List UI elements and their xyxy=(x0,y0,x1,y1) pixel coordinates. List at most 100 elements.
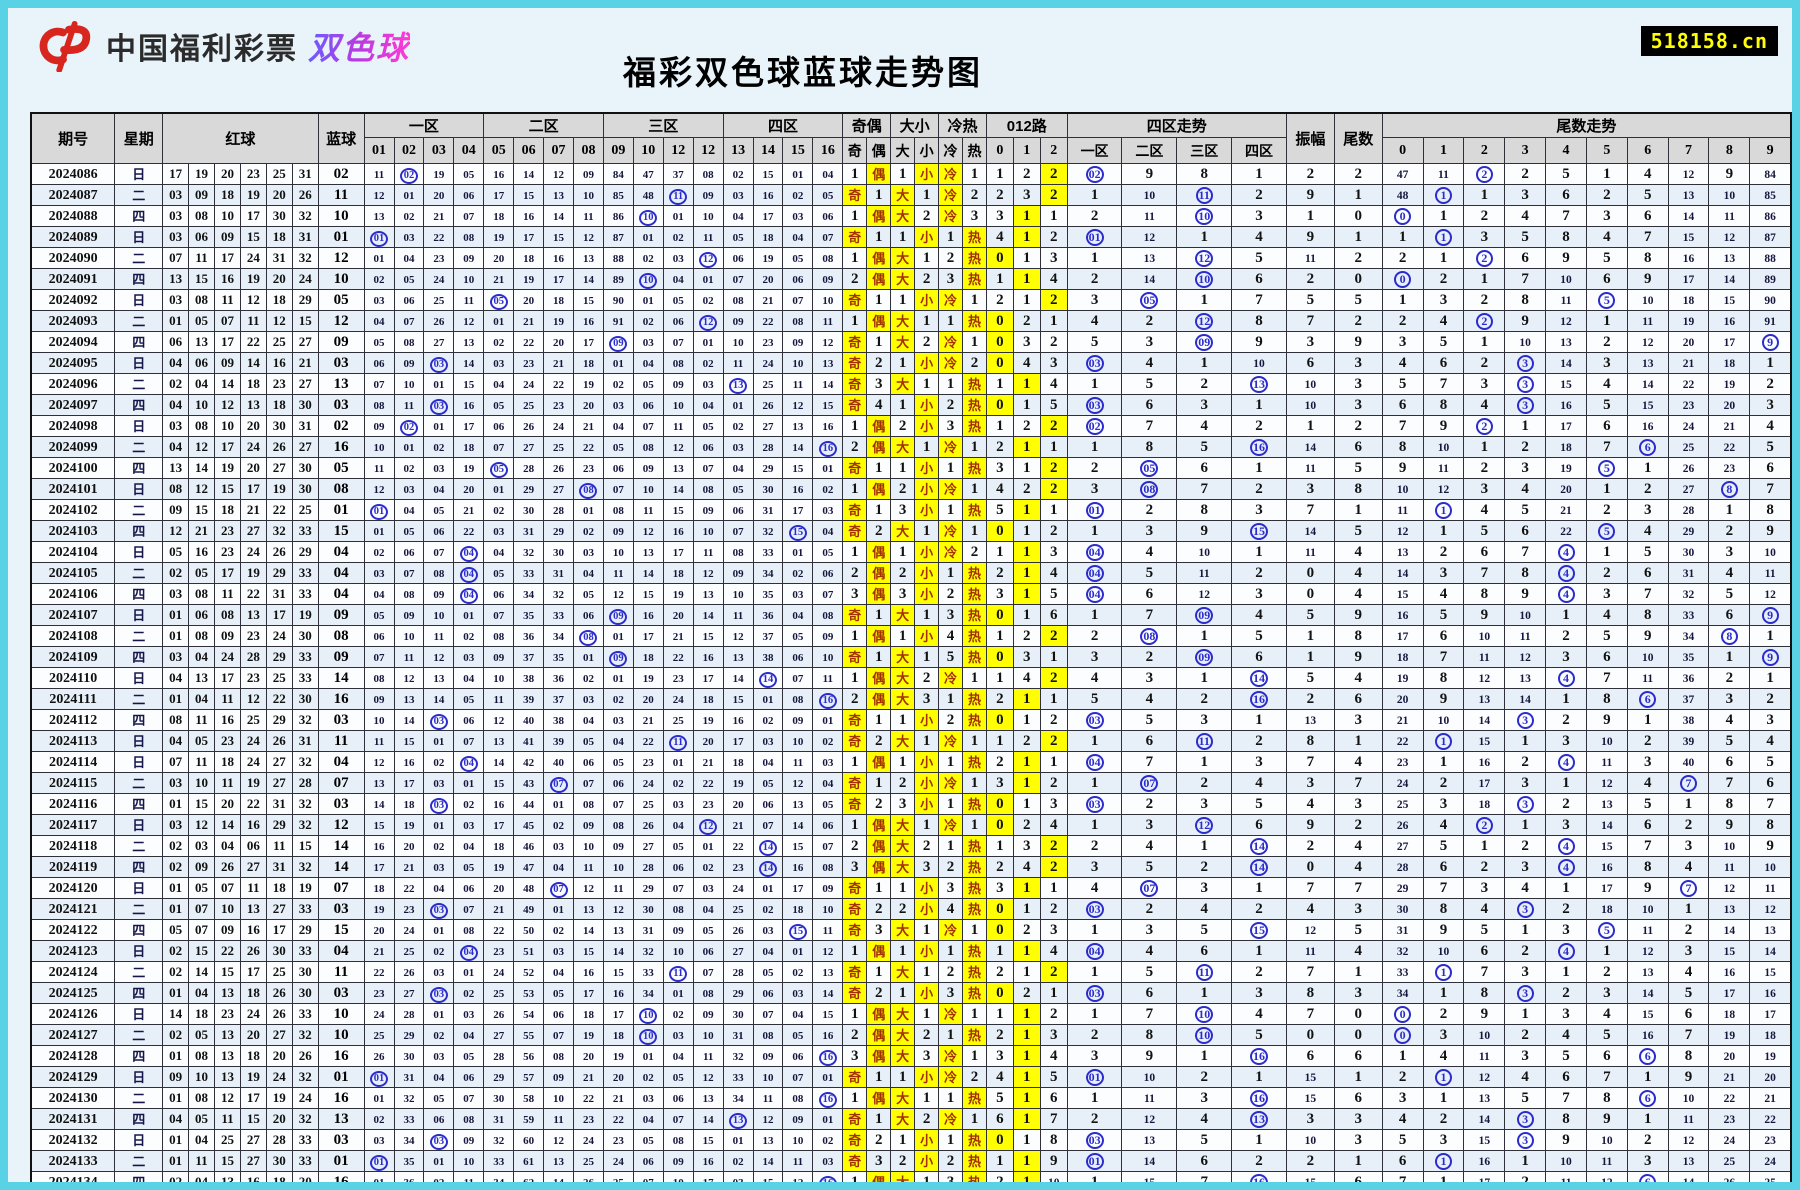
miss-cell: 04 xyxy=(722,457,754,479)
miss-cell: 08 xyxy=(363,667,395,689)
big-small-cell: 小 xyxy=(914,352,940,374)
tail-trend-cell: 12 xyxy=(1504,646,1547,668)
tail-trend-cell: 3 xyxy=(1504,772,1547,794)
miss-cell: 08 xyxy=(573,793,604,815)
week-cell: 二 xyxy=(114,247,164,269)
red-ball: 18 xyxy=(265,1171,293,1182)
tail-trend-cell: 9 xyxy=(1749,520,1792,542)
cold-hot-cell: 热 xyxy=(961,583,987,605)
tail-trend-cell: 3 xyxy=(1504,961,1547,983)
tail-trend-cell: 1 xyxy=(1585,478,1628,500)
road-012-cell: 9 xyxy=(1039,1150,1068,1172)
week-cell: 四 xyxy=(114,205,164,227)
miss-cell: 09 xyxy=(453,247,485,269)
tail-trend-cell: 2 xyxy=(1667,814,1710,836)
red-ball: 23 xyxy=(214,730,241,752)
miss-cell: 26 xyxy=(363,1045,395,1067)
zone-trend-cell: 4 xyxy=(1231,772,1287,794)
sub-header-zone2-1: 06 xyxy=(513,137,545,164)
table-row: 2024119 四 02 09 26 27 31 32 14 17 21 03 05 19 47 04 11 10… xyxy=(30,856,1792,878)
tail-number-cell: 6 xyxy=(1333,436,1383,458)
tail-number-cell: 3 xyxy=(1333,982,1383,1004)
odd-even-cell: 奇 xyxy=(842,982,868,1004)
miss-cell: 89 xyxy=(602,268,634,290)
week-cell: 四 xyxy=(114,1108,164,1130)
road-012-cell: 4 xyxy=(1039,562,1068,584)
tail-trend-cell: 1 xyxy=(1463,184,1506,206)
blue-ball: 16 xyxy=(317,688,365,710)
big-small-cell: 1 xyxy=(914,1003,940,1025)
cold-hot-cell: 热 xyxy=(961,835,987,857)
miss-cell: 14 xyxy=(513,163,545,185)
miss-cell: 04 xyxy=(752,751,784,773)
tail-trend-cell: 33 xyxy=(1667,604,1710,626)
big-small-cell: 1 xyxy=(890,877,916,899)
sub-header-tail-2: 2 xyxy=(1463,137,1506,164)
blue-hit-cell: 04 xyxy=(453,583,485,605)
zone-trend-cell: 3 xyxy=(1121,667,1178,689)
week-cell: 二 xyxy=(114,1087,164,1109)
big-small-cell: 小 xyxy=(914,394,940,416)
miss-cell: 05 xyxy=(812,184,844,206)
miss-cell: 14 xyxy=(812,982,844,1004)
blue-hit-cell: 07 xyxy=(543,877,574,899)
odd-even-cell: 3 xyxy=(866,919,892,941)
miss-cell: 10 xyxy=(543,1087,574,1109)
tail-trend-cell: 2 xyxy=(1504,835,1547,857)
site-badge[interactable]: 518158.cn xyxy=(1640,26,1778,56)
cold-hot-cell: 1 xyxy=(961,667,987,689)
tail-trend-cell: 26 xyxy=(1667,457,1710,479)
table-row: 2024106 四 03 08 11 22 31 33 04 04 08 09 04 06 34 32 05 12… xyxy=(30,583,1792,605)
road-012-cell: 1 xyxy=(985,163,1014,185)
tail-trend-cell: 5 xyxy=(1626,184,1669,206)
sub-header-r012-1: 1 xyxy=(1012,137,1041,164)
tail-trend-cell: 20 xyxy=(1381,688,1424,710)
miss-cell: 11 xyxy=(363,730,395,752)
zone-trend-cell: 05 xyxy=(1121,457,1178,479)
blue-ball: 03 xyxy=(317,1129,365,1151)
road-012-cell: 0 xyxy=(985,604,1014,626)
road-012-cell: 2 xyxy=(985,961,1014,983)
big-small-cell: 小 xyxy=(914,793,940,815)
issue-cell: 2024113 xyxy=(30,730,116,752)
red-ball: 14 xyxy=(214,373,241,395)
miss-cell: 12 xyxy=(483,709,515,731)
miss-cell: 06 xyxy=(662,856,694,878)
tail-trend-cell: 12 xyxy=(1585,1171,1628,1182)
red-ball: 08 xyxy=(188,583,215,605)
table-row: 2024116 四 01 15 20 22 31 32 03 14 18 03 02 16 44 01 08 07… xyxy=(30,793,1792,815)
miss-cell: 11 xyxy=(692,226,724,248)
miss-cell: 21 xyxy=(453,499,485,521)
miss-cell: 31 xyxy=(483,1108,515,1130)
tail-trend-cell: 1 xyxy=(1585,163,1628,185)
week-cell: 日 xyxy=(114,352,164,374)
big-small-cell: 1 xyxy=(890,709,916,731)
road-012-cell: 0 xyxy=(985,646,1014,668)
miss-cell: 10 xyxy=(662,940,694,962)
sub-header-tail-0: 0 xyxy=(1381,137,1424,164)
miss-cell: 04 xyxy=(632,352,664,374)
tail-trend-cell: 11 xyxy=(1749,562,1792,584)
tail-trend-cell: 5 xyxy=(1545,163,1587,185)
red-ball: 24 xyxy=(291,1087,319,1109)
miss-cell: 03 xyxy=(363,289,395,311)
tail-number-cell: 1 xyxy=(1333,1066,1383,1088)
tail-number-cell: 5 xyxy=(1333,457,1383,479)
miss-cell: 09 xyxy=(782,331,814,353)
table-row: 2024108 二 01 08 09 23 24 30 08 06 10 11 02 08 36 34 08 01… xyxy=(30,625,1792,647)
miss-cell: 28 xyxy=(513,457,545,479)
miss-cell: 05 xyxy=(782,625,814,647)
tail-trend-cell: 37 xyxy=(1667,688,1710,710)
tail-trend-cell: 18 xyxy=(1708,352,1751,374)
miss-cell: 21 xyxy=(722,814,754,836)
miss-cell: 04 xyxy=(423,478,455,500)
zone-trend-cell: 5 xyxy=(1231,1024,1287,1046)
miss-cell: 11 xyxy=(573,856,604,878)
zone-trend-cell: 15 xyxy=(1121,1171,1178,1182)
table-row: 2024129 日 09 10 13 19 24 32 01 01 31 04 06 29 57 09 21 20… xyxy=(30,1066,1792,1088)
miss-cell: 02 xyxy=(632,247,664,269)
amplitude-cell: 1 xyxy=(1285,205,1335,227)
tail-trend-cell: 12 xyxy=(1422,478,1465,500)
red-ball: 12 xyxy=(239,289,267,311)
miss-cell: 12 xyxy=(662,436,694,458)
